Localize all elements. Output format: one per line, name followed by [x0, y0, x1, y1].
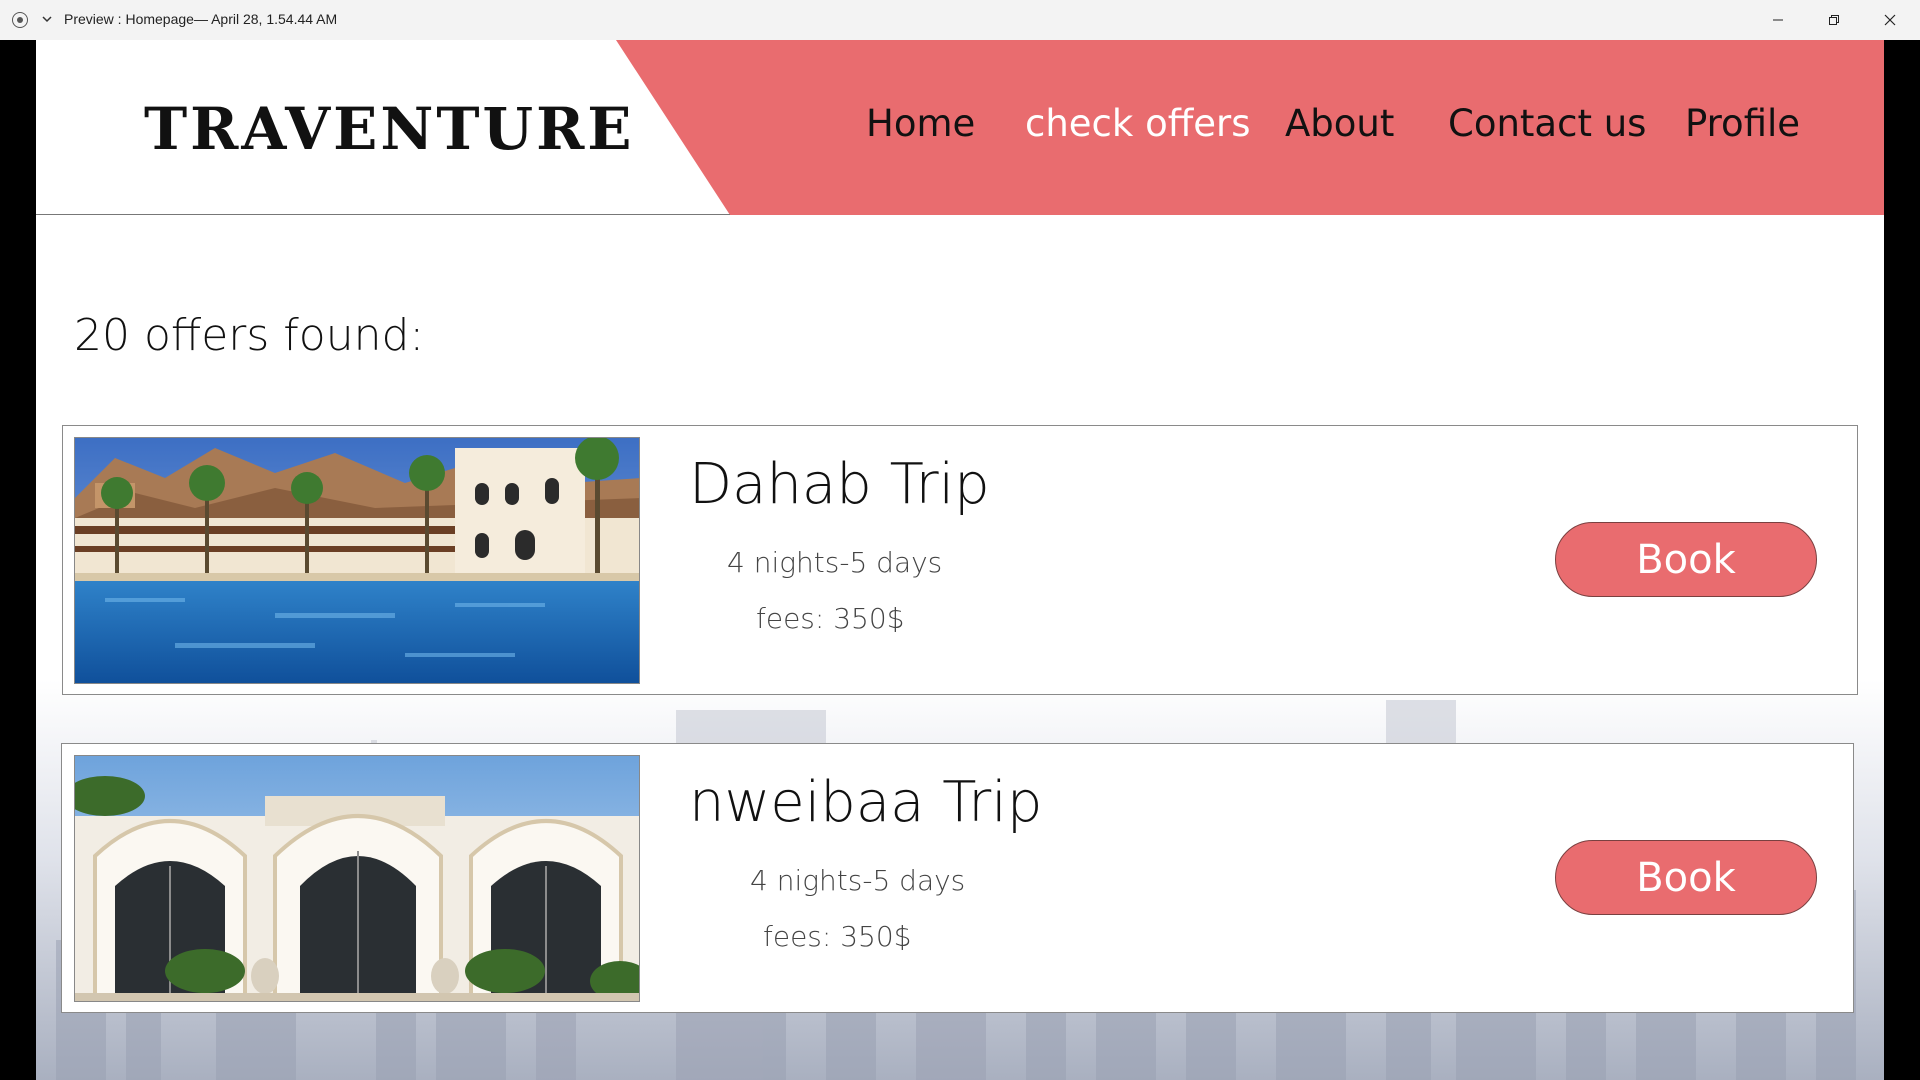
offer-image — [74, 437, 640, 684]
offer-title: nweibaa Trip — [689, 770, 1043, 835]
offer-card: Dahab Trip 4 nights-5 days fees: 350$ Bo… — [62, 425, 1858, 695]
window-titlebar: Preview : Homepage— April 28, 1.54.44 AM — [0, 0, 1920, 40]
nav-about[interactable]: About — [1285, 102, 1394, 145]
offer-fees: fees: 350$ — [756, 602, 905, 635]
app-record-icon — [12, 12, 28, 28]
offer-image — [74, 755, 640, 1002]
minimize-button[interactable] — [1750, 0, 1806, 40]
header-divider — [36, 214, 730, 215]
offer-fees: fees: 350$ — [763, 920, 912, 953]
nav-profile[interactable]: Profile — [1685, 102, 1800, 145]
close-button[interactable] — [1862, 0, 1918, 40]
resort-pool-photo — [75, 438, 639, 683]
offer-duration: 4 nights-5 days — [750, 864, 966, 897]
offer-title: Dahab Trip — [689, 452, 990, 517]
site-logo[interactable]: TRAVENTURE — [144, 95, 635, 163]
nav-contact-us[interactable]: Contact us — [1448, 102, 1646, 145]
minimize-icon — [1773, 19, 1783, 21]
restore-icon — [1829, 15, 1839, 25]
close-icon — [1884, 14, 1896, 26]
app-page: TRAVENTURE Home check offers About Conta… — [36, 40, 1884, 1080]
white-arched-building-photo — [75, 756, 639, 1001]
nav-check-offers[interactable]: check offers — [1025, 102, 1250, 145]
chevron-down-icon[interactable] — [40, 12, 54, 26]
book-button[interactable]: Book — [1555, 522, 1817, 597]
site-header: TRAVENTURE Home check offers About Conta… — [36, 40, 1884, 215]
offer-duration: 4 nights-5 days — [727, 546, 943, 579]
restore-button[interactable] — [1806, 0, 1862, 40]
nav-home[interactable]: Home — [866, 102, 975, 145]
offer-card: nweibaa Trip 4 nights-5 days fees: 350$ … — [61, 743, 1854, 1013]
results-count: 20 offers found: — [74, 310, 425, 361]
book-button[interactable]: Book — [1555, 840, 1817, 915]
window-title: Preview : Homepage— April 28, 1.54.44 AM — [64, 11, 338, 27]
